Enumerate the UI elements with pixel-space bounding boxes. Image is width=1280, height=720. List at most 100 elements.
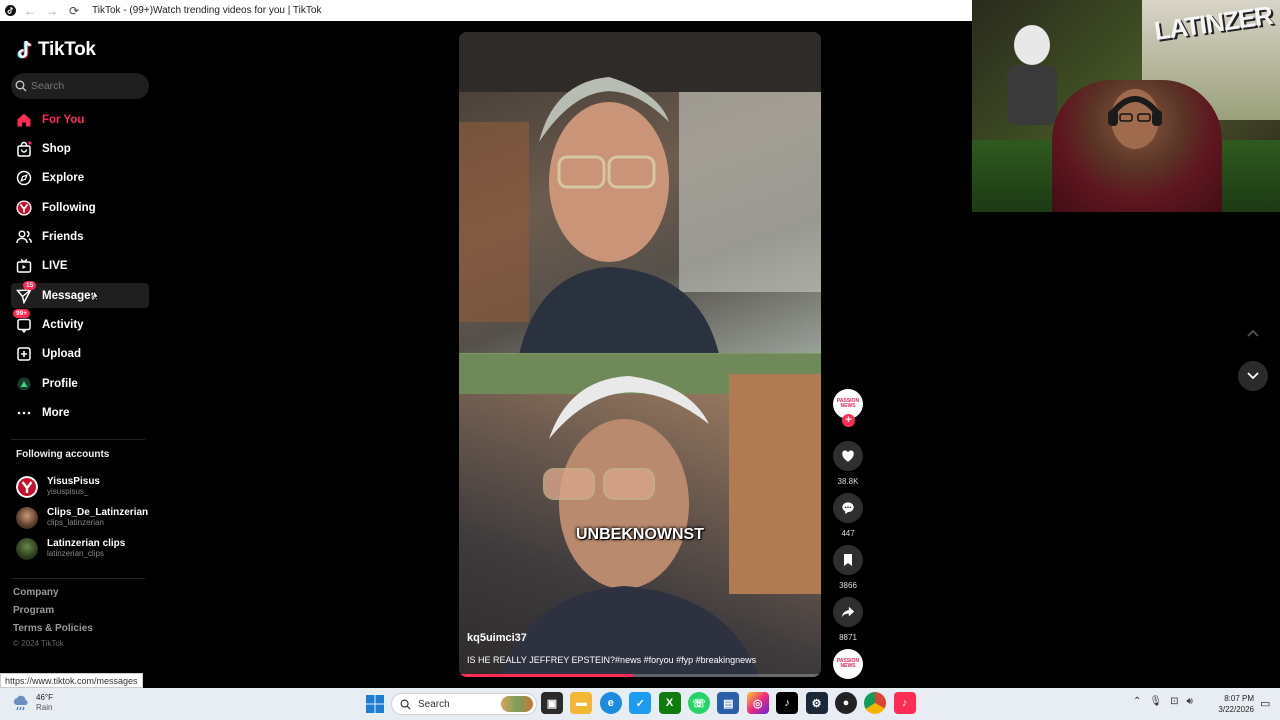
video-description: IS HE REALLY JEFFREY EPSTEIN?#news #fory… xyxy=(467,655,757,665)
follow-plus-button[interactable]: + xyxy=(842,414,855,427)
nav-item-friends[interactable]: Friends xyxy=(11,224,149,249)
man-in-car-illustration xyxy=(459,32,821,354)
more-dots-icon xyxy=(16,405,32,421)
nav-label: Explore xyxy=(42,172,85,185)
activity-icon xyxy=(16,317,32,333)
account-handle: latinzerian_clips xyxy=(47,548,104,558)
tiktok-favicon-icon xyxy=(4,5,16,17)
obs-icon[interactable]: ● xyxy=(834,692,857,714)
chevron-up-icon[interactable]: ⌃ xyxy=(1133,696,1141,707)
chevron-up-icon xyxy=(1247,329,1259,337)
task-view-icon[interactable]: ▣ xyxy=(541,692,563,714)
nav-label: Following xyxy=(42,201,96,214)
live-tv-icon xyxy=(16,258,32,274)
messages-badge: 15 xyxy=(23,281,37,291)
nav-item-profile[interactable]: Profile xyxy=(11,371,149,396)
comment-count: 447 xyxy=(841,529,855,538)
edge-browser-icon[interactable]: e xyxy=(599,692,622,714)
steam-icon[interactable]: ⚙ xyxy=(805,692,828,714)
save-count: 3866 xyxy=(839,581,857,590)
tiktok-logo-icon xyxy=(17,40,32,59)
sidebar: TikTok Search For You Shop Explore Follo… xyxy=(0,21,160,673)
account-name: Clips_De_Latinzerian xyxy=(47,506,149,518)
taskbar-clock[interactable]: 8:07 PM 3/22/2026 xyxy=(1212,693,1254,715)
volume-icon[interactable]: 🔊︎ xyxy=(1186,696,1192,707)
nav-item-activity[interactable]: 99+ Activity xyxy=(11,309,149,337)
nav-label: Profile xyxy=(42,377,78,390)
tiktok-logo[interactable]: TikTok xyxy=(16,39,96,61)
footer-link-terms[interactable]: Terms & Policies xyxy=(13,620,93,638)
weather-widget[interactable]: 46°F Rain xyxy=(12,693,53,713)
network-icon[interactable]: ⊡ xyxy=(1170,696,1178,707)
video-author[interactable]: kq5uimci37 xyxy=(467,632,527,644)
nav-item-upload[interactable]: Upload xyxy=(11,342,149,367)
footer-link-company[interactable]: Company xyxy=(13,584,93,602)
clock-date: 3/22/2026 xyxy=(1218,705,1254,714)
like-button[interactable]: 38.8K xyxy=(831,441,865,486)
windows-start-button[interactable] xyxy=(365,694,385,714)
forward-arrow-icon[interactable]: → xyxy=(44,3,60,19)
video-overlay-caption: UNBEKNOWNST xyxy=(576,526,704,543)
store-icon[interactable]: ▤ xyxy=(717,692,740,714)
following-account[interactable]: Clips_De_Latinzerian clips_latinzerian xyxy=(16,502,148,533)
footer-link-program[interactable]: Program xyxy=(13,602,93,620)
avatar xyxy=(16,506,38,529)
back-arrow-icon[interactable]: ← xyxy=(22,3,38,19)
share-button[interactable]: 8871 xyxy=(831,597,865,642)
microphone-icon[interactable]: 🎙︎ xyxy=(1149,696,1162,707)
profile-icon xyxy=(16,376,32,392)
file-explorer-icon[interactable]: ▬ xyxy=(570,692,593,714)
instagram-icon[interactable]: ◎ xyxy=(746,692,769,714)
nav-label: Friends xyxy=(42,230,84,243)
nav-item-for-you[interactable]: For You xyxy=(11,107,149,132)
streamer-head-illustration xyxy=(1108,89,1162,149)
share-count: 8871 xyxy=(839,633,857,642)
tiktok-studio-icon[interactable]: ♪ xyxy=(893,692,916,714)
divider xyxy=(11,578,145,579)
xbox-icon[interactable]: X xyxy=(658,692,681,714)
system-tray: ⌃ 🎙︎ ⊡ 🔊︎ xyxy=(1133,696,1193,707)
account-name: YisusPisus xyxy=(47,475,100,487)
creator-avatar-button[interactable]: PASSION NEWS + xyxy=(831,389,865,427)
footer-links: Company Program Terms & Policies © 2024 … xyxy=(13,584,93,648)
nav-label: More xyxy=(42,406,70,419)
account-name: Latinzerian clips xyxy=(47,537,126,549)
tiktok-app-icon[interactable]: ♪ xyxy=(776,692,799,714)
nav-item-explore[interactable]: Explore xyxy=(11,166,149,191)
nav-item-live[interactable]: LIVE xyxy=(11,254,149,279)
reload-icon[interactable]: ⟳ xyxy=(66,3,82,19)
weather-temp: 46°F xyxy=(36,693,53,702)
previous-video-button[interactable] xyxy=(1238,318,1268,348)
home-icon xyxy=(16,112,32,128)
man-in-convertible-illustration xyxy=(459,354,821,677)
chrome-icon[interactable] xyxy=(864,692,887,714)
friends-icon xyxy=(16,229,32,245)
nav-item-messages[interactable]: 15 Messages xyxy=(11,281,149,309)
twitter-icon[interactable]: ✓ xyxy=(629,692,652,714)
next-video-button[interactable] xyxy=(1238,361,1268,391)
following-avatar-icon xyxy=(16,199,32,216)
search-input[interactable]: Search xyxy=(11,73,149,99)
video-progress-bar[interactable] xyxy=(459,674,821,677)
comment-button[interactable]: 447 xyxy=(831,493,865,538)
whatsapp-icon[interactable]: ☏ xyxy=(687,692,710,714)
following-account[interactable]: YisusPisus yisuspisus_ xyxy=(16,471,148,502)
windows-logo-icon xyxy=(366,695,384,713)
sound-avatar: PASSION NEWS xyxy=(833,649,863,679)
video-frame-bottom xyxy=(459,354,821,677)
save-button[interactable]: 3866 xyxy=(831,545,865,590)
notification-icon[interactable]: ▭ xyxy=(1260,697,1270,710)
nav-item-more[interactable]: More xyxy=(11,400,149,425)
taskbar-search-box[interactable]: Search xyxy=(391,693,537,715)
following-account[interactable]: Latinzerian clips latinzerian_clips xyxy=(16,533,148,564)
video-player[interactable]: UNBEKNOWNST kq5uimci37 IS HE REALLY JEFF… xyxy=(459,32,821,677)
nav-item-following[interactable]: Following xyxy=(11,195,149,220)
nav-label: Upload xyxy=(42,348,81,361)
search-icon xyxy=(400,699,411,710)
sound-avatar-button[interactable]: PASSION NEWS xyxy=(831,649,865,679)
comment-icon xyxy=(833,493,863,523)
search-highlight-icon xyxy=(501,696,533,712)
heart-icon xyxy=(833,441,863,471)
screen: ← → ⟳ TikTok - (99+)Watch trending video… xyxy=(0,0,1280,720)
nav-item-shop[interactable]: Shop xyxy=(11,136,149,161)
